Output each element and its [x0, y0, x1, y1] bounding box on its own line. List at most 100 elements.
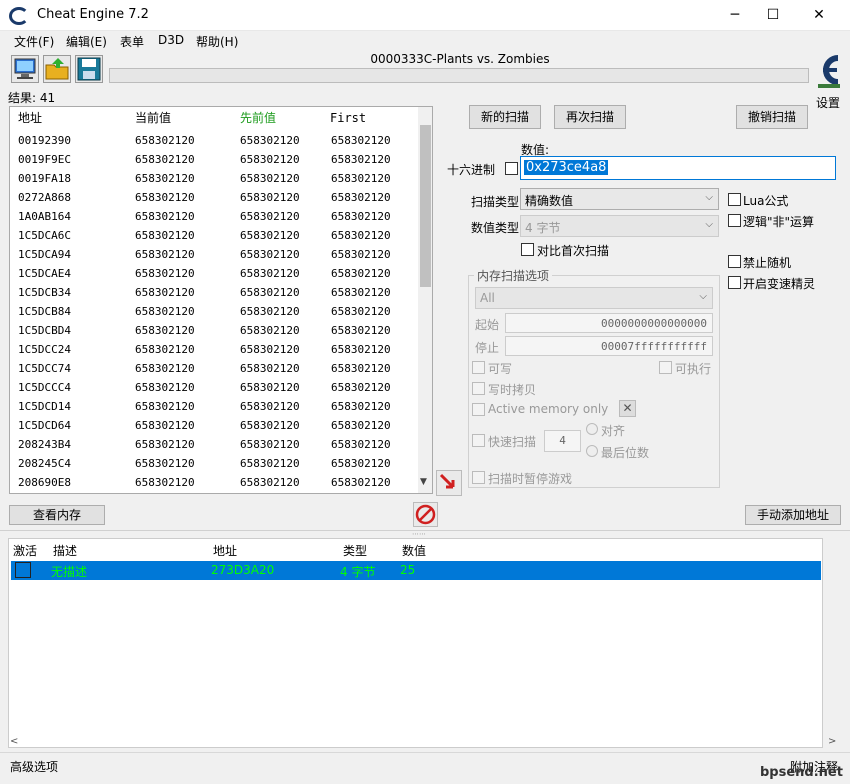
scan-value-input[interactable]: 0x273ce4a8 — [520, 156, 836, 180]
next-scan-button[interactable]: 再次扫描 — [554, 105, 626, 129]
writable-checkbox[interactable] — [472, 361, 485, 374]
row-current-value: 658302120 — [135, 286, 195, 299]
address-list-row[interactable]: 无描述 273D3A20 4 字节 25 — [11, 561, 821, 580]
memory-region-select[interactable]: All ⌵ — [475, 287, 713, 309]
pause-game-checkbox[interactable] — [472, 471, 485, 484]
found-address-row[interactable]: 1C5DCD14 658302120 658302120 658302120 — [10, 397, 417, 416]
found-address-row[interactable]: 1C5DCB34 658302120 658302120 658302120 — [10, 283, 417, 302]
last-digits-radio[interactable] — [586, 445, 598, 457]
row-address: 1C5DCD14 — [18, 400, 71, 413]
fast-scan-value[interactable]: 4 — [544, 430, 581, 452]
found-address-row[interactable]: 1C5DCBD4 658302120 658302120 658302120 — [10, 321, 417, 340]
not-operator-checkbox[interactable] — [728, 214, 741, 227]
scrollbar-thumb[interactable] — [420, 125, 431, 287]
copy-on-write-checkbox[interactable] — [472, 382, 485, 395]
settings-label[interactable]: 设置 — [816, 94, 840, 111]
advanced-options-button[interactable]: 高级选项 — [10, 758, 58, 775]
column-address[interactable]: 地址 — [213, 542, 237, 559]
open-file-button[interactable] — [43, 55, 71, 83]
no-random-checkbox[interactable] — [728, 255, 741, 268]
column-description[interactable]: 描述 — [53, 542, 77, 559]
scroll-down-icon[interactable]: ▼ — [420, 477, 427, 487]
close-button[interactable]: ✕ — [796, 0, 842, 31]
row-first-value: 658302120 — [331, 305, 391, 318]
address-list-hscrollbar[interactable]: < > — [8, 736, 840, 751]
active-checkbox[interactable] — [15, 562, 31, 578]
lua-label: Lua公式 — [743, 194, 789, 208]
row-previous-value: 658302120 — [240, 343, 300, 356]
chevron-down-icon: ⌵ — [705, 192, 713, 203]
active-memory-checkbox[interactable] — [472, 403, 485, 416]
compare-first-checkbox[interactable] — [521, 243, 534, 256]
found-address-row[interactable]: 1A0AB164 658302120 658302120 658302120 — [10, 207, 417, 226]
view-memory-button[interactable]: 查看内存 — [9, 505, 105, 525]
memory-region-value: All — [480, 291, 495, 305]
chevron-down-icon: ⌵ — [705, 219, 713, 230]
address-list[interactable]: 激活 描述 地址 类型 数值 无描述 273D3A20 4 字节 25 — [8, 538, 823, 748]
row-address: 273D3A20 — [211, 563, 275, 577]
splitter[interactable]: ⋯⋯ — [0, 530, 850, 538]
found-address-row[interactable]: 208245C4 658302120 658302120 658302120 — [10, 454, 417, 473]
pause-game-label: 扫描时暂停游戏 — [488, 472, 573, 486]
menu-edit[interactable]: 编辑(E) — [66, 33, 107, 50]
column-active[interactable]: 激活 — [13, 542, 37, 559]
found-address-row[interactable]: 00192390 658302120 658302120 658302120 — [10, 131, 417, 150]
found-address-row[interactable]: 1C5DCA94 658302120 658302120 658302120 — [10, 245, 417, 264]
found-address-row[interactable]: 208690E8 658302120 658302120 658302120 — [10, 473, 417, 492]
menu-d3d[interactable]: D3D — [158, 33, 184, 47]
scroll-left-icon[interactable]: < — [10, 736, 18, 747]
found-address-row[interactable]: 1C5DCD64 658302120 658302120 658302120 — [10, 416, 417, 435]
value-type-select[interactable]: 4 字节 ⌵ — [520, 215, 719, 237]
grip-icon: ⋯⋯ — [412, 530, 426, 538]
cheat-engine-window: Cheat Engine 7.2 ─ ☐ ✕ 文件(F) 编辑(E) 表单 D3… — [0, 0, 850, 784]
column-address[interactable]: 地址 — [18, 107, 42, 130]
select-process-button[interactable] — [11, 55, 39, 83]
found-address-row[interactable]: 1C5DCC24 658302120 658302120 658302120 — [10, 340, 417, 359]
stop-label: 停止 — [475, 341, 500, 355]
found-addresses-list[interactable]: 地址 当前值 先前值 First 00192390 658302120 658302… — [9, 106, 433, 494]
undo-scan-button[interactable]: 撤销扫描 — [736, 105, 808, 129]
found-address-row[interactable]: 208243B4 658302120 658302120 658302120 — [10, 435, 417, 454]
found-address-row[interactable]: 1C5DCA6C 658302120 658302120 658302120 — [10, 226, 417, 245]
add-address-manually-button[interactable]: 手动添加地址 — [745, 505, 841, 525]
maximize-button[interactable]: ☐ — [750, 0, 796, 31]
speedhack-checkbox[interactable] — [728, 276, 741, 289]
found-address-row[interactable]: 1C5DCB84 658302120 658302120 658302120 — [10, 302, 417, 321]
stop-address-field[interactable]: 00007fffffffffff — [505, 336, 713, 356]
align-radio[interactable] — [586, 423, 598, 435]
found-address-row[interactable]: 0019F9EC 658302120 658302120 658302120 — [10, 150, 417, 169]
fast-scan-checkbox[interactable] — [472, 434, 485, 447]
column-current-value[interactable]: 当前值 — [135, 107, 171, 130]
fast-scan-label: 快速扫描 — [488, 435, 537, 449]
new-scan-button[interactable]: 新的扫描 — [469, 105, 541, 129]
lua-checkbox[interactable] — [728, 193, 741, 206]
column-value[interactable]: 数值 — [402, 542, 426, 559]
found-address-row[interactable]: 0272A868 658302120 658302120 658302120 — [10, 188, 417, 207]
menu-file[interactable]: 文件(F) — [14, 33, 54, 50]
save-button[interactable] — [75, 55, 103, 83]
found-address-row[interactable]: 0019FA18 658302120 658302120 658302120 — [10, 169, 417, 188]
menu-help[interactable]: 帮助(H) — [196, 33, 238, 50]
add-to-list-button[interactable] — [436, 470, 462, 496]
menu-table[interactable]: 表单 — [120, 33, 144, 50]
scroll-right-icon[interactable]: > — [828, 736, 836, 747]
column-type[interactable]: 类型 — [343, 542, 367, 559]
column-previous-value[interactable]: 先前值 — [240, 107, 276, 130]
found-address-row[interactable]: 1C5DCC74 658302120 658302120 658302120 — [10, 359, 417, 378]
row-first-value: 658302120 — [331, 153, 391, 166]
row-value: 25 — [400, 563, 416, 577]
column-first[interactable]: First — [330, 107, 366, 130]
stop-button[interactable] — [413, 502, 438, 527]
found-list-scrollbar[interactable]: ▼ — [418, 107, 432, 493]
cheat-engine-logo-icon[interactable] — [814, 52, 844, 90]
executable-checkbox[interactable] — [659, 361, 672, 374]
row-current-value: 658302120 — [135, 229, 195, 242]
close-icon[interactable]: ✕ — [619, 400, 636, 417]
scan-type-select[interactable]: 精确数值 ⌵ — [520, 188, 719, 210]
start-address-field[interactable]: 0000000000000000 — [505, 313, 713, 333]
found-address-row[interactable]: 1C5DCCC4 658302120 658302120 658302120 — [10, 378, 417, 397]
row-address: 1C5DCAE4 — [18, 267, 71, 280]
found-address-row[interactable]: 1C5DCAE4 658302120 658302120 658302120 — [10, 264, 417, 283]
hex-checkbox[interactable] — [505, 162, 518, 175]
row-first-value: 658302120 — [331, 419, 391, 432]
